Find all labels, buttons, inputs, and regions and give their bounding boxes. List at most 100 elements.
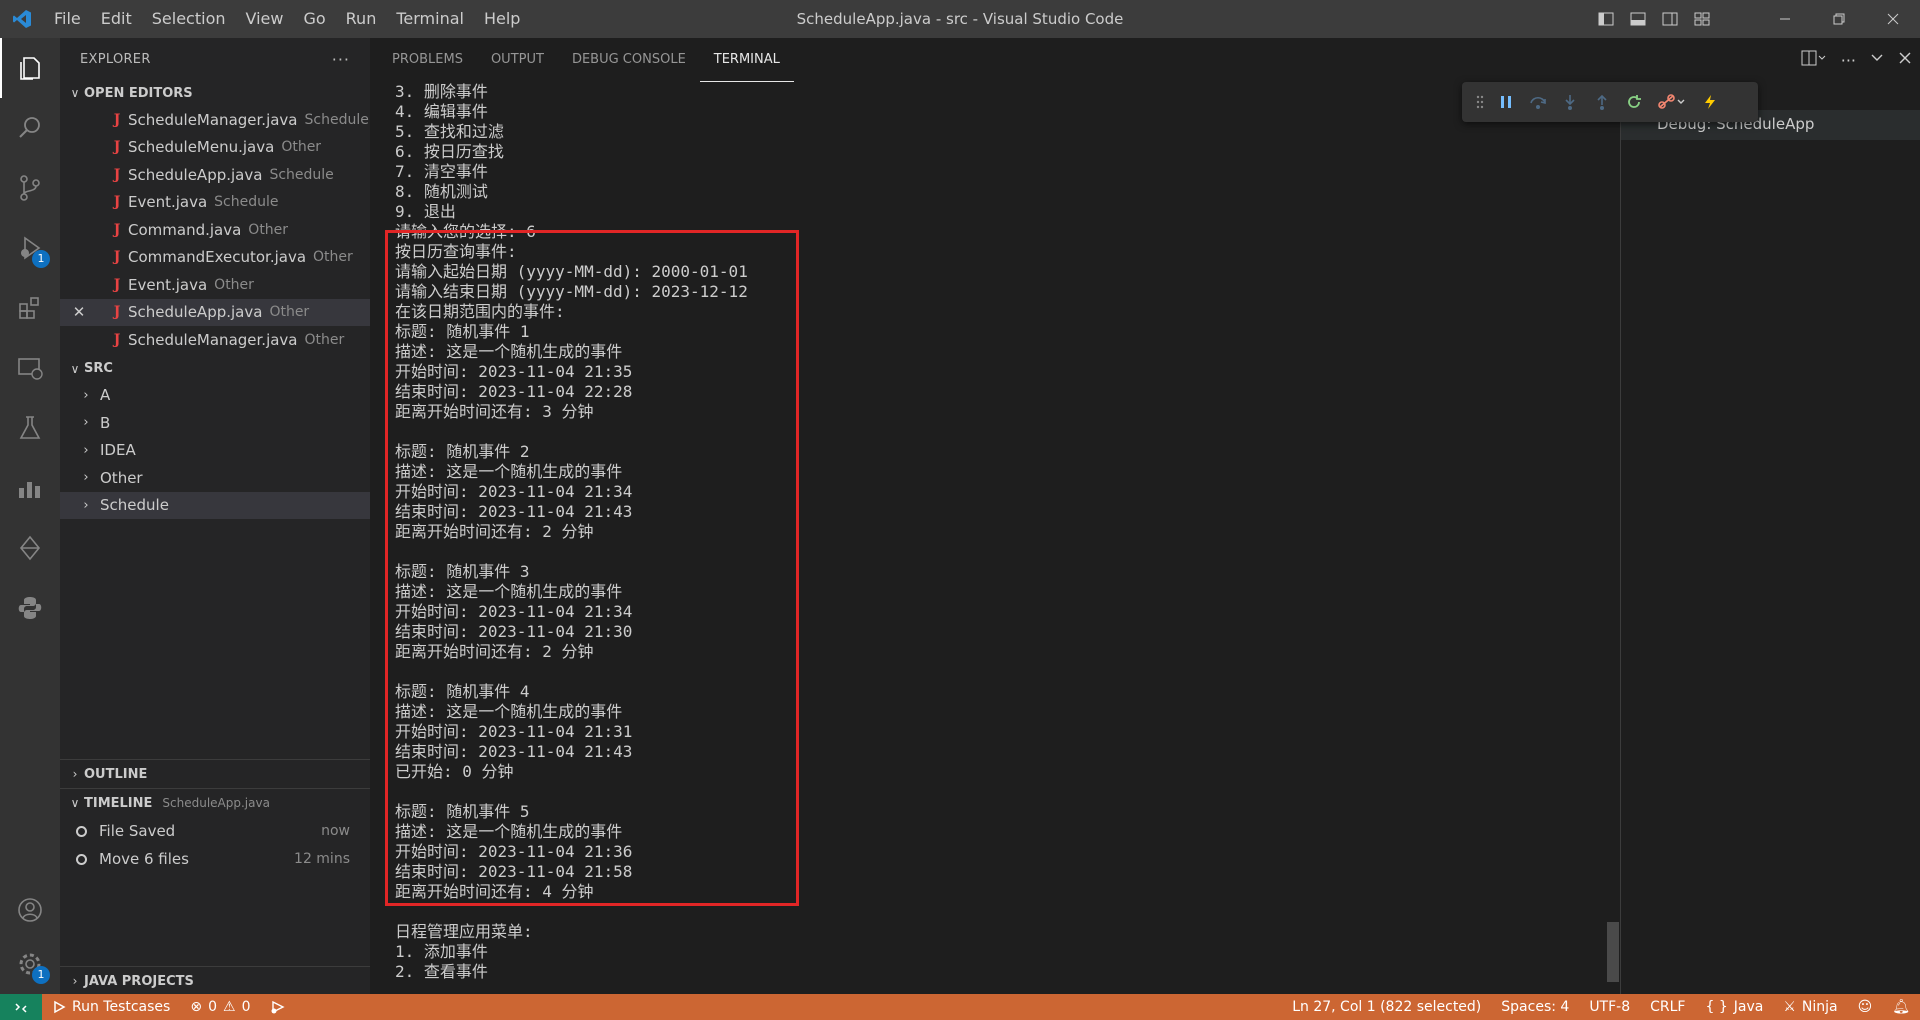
outline-header[interactable]: › OUTLINE bbox=[60, 760, 370, 788]
open-editor-item[interactable]: J CommandExecutor.java Other bbox=[60, 244, 370, 272]
run-testcases-button[interactable]: Run Testcases bbox=[42, 999, 180, 1015]
disconnect-icon[interactable] bbox=[1650, 82, 1694, 122]
remote-icon[interactable] bbox=[0, 994, 42, 1020]
toggle-panel-icon[interactable] bbox=[1622, 0, 1654, 38]
line-endings[interactable]: CRLF bbox=[1640, 999, 1695, 1015]
open-editor-item[interactable]: J ScheduleManager.java Other bbox=[60, 326, 370, 354]
toggle-sidebar-icon[interactable] bbox=[1590, 0, 1622, 38]
hot-code-replace-icon[interactable] bbox=[1694, 82, 1726, 122]
debug-launch-icon[interactable] bbox=[260, 1000, 296, 1014]
run-debug-icon[interactable]: 1 bbox=[0, 218, 60, 278]
more-actions-icon[interactable]: ··· bbox=[332, 50, 350, 69]
java-file-icon: J bbox=[113, 194, 121, 211]
problems-indicator[interactable]: ⊗ 0 ⚠ 0 bbox=[180, 999, 260, 1015]
minimize-icon[interactable] bbox=[1758, 0, 1812, 38]
encoding[interactable]: UTF-8 bbox=[1579, 999, 1640, 1015]
restore-icon[interactable] bbox=[1812, 0, 1866, 38]
python-icon[interactable] bbox=[0, 578, 60, 638]
language-mode[interactable]: { } Java bbox=[1695, 999, 1773, 1015]
search-icon[interactable] bbox=[0, 98, 60, 158]
cursor-position[interactable]: Ln 27, Col 1 (822 selected) bbox=[1282, 999, 1491, 1015]
menu-edit[interactable]: Edit bbox=[91, 0, 142, 38]
menu-selection[interactable]: Selection bbox=[142, 0, 236, 38]
timeline-item[interactable]: File Saved now bbox=[60, 817, 370, 845]
explorer-icon[interactable] bbox=[0, 38, 60, 98]
timeline-header[interactable]: ∨ TIMELINE ScheduleApp.java bbox=[60, 789, 370, 817]
indentation[interactable]: Spaces: 4 bbox=[1491, 999, 1579, 1015]
open-editor-item[interactable]: J Command.java Other bbox=[60, 216, 370, 244]
source-control-icon[interactable] bbox=[0, 158, 60, 218]
customize-layout-icon[interactable] bbox=[1686, 0, 1718, 38]
circle-icon bbox=[76, 853, 87, 865]
terminal-line: 9. 退出 bbox=[395, 202, 456, 221]
drag-handle-icon[interactable] bbox=[1470, 82, 1490, 122]
timeline-item[interactable]: Move 6 files 12 mins bbox=[60, 845, 370, 873]
open-editors-header[interactable]: ∨ OPEN EDITORS bbox=[60, 80, 370, 106]
menu-bar: File Edit Selection View Go Run Terminal… bbox=[44, 0, 530, 38]
open-editor-item[interactable]: J ScheduleMenu.java Other bbox=[60, 134, 370, 162]
terminal-line: 描述: 这是一个随机生成的事件 bbox=[395, 822, 623, 841]
close-panel-icon[interactable] bbox=[1898, 51, 1912, 69]
open-editor-item[interactable]: J ScheduleManager.java Schedule bbox=[60, 106, 370, 134]
toggle-secondary-sidebar-icon[interactable] bbox=[1654, 0, 1686, 38]
open-editors-list: J ScheduleManager.java Schedule J ScheduleM… bbox=[60, 106, 370, 354]
terminal-line: 开始时间: 2023-11-04 21:31 bbox=[395, 722, 633, 741]
terminal-line: 6. 按日历查找 bbox=[395, 142, 504, 161]
step-out-icon[interactable] bbox=[1586, 82, 1618, 122]
menu-help[interactable]: Help bbox=[474, 0, 530, 38]
notifications-icon[interactable]: 🔔︎ bbox=[1882, 999, 1920, 1015]
account-icon[interactable] bbox=[0, 880, 60, 940]
folder-item[interactable]: › Other bbox=[60, 464, 370, 492]
gear-icon[interactable]: 1 bbox=[0, 934, 60, 994]
feedback-icon[interactable]: ☺ bbox=[1848, 999, 1883, 1015]
java-file-icon: J bbox=[113, 249, 121, 266]
terminal-line: 开始时间: 2023-11-04 21:35 bbox=[395, 362, 633, 381]
folder-item[interactable]: › A bbox=[60, 382, 370, 410]
chevron-right-icon: › bbox=[72, 767, 78, 781]
menu-view[interactable]: View bbox=[236, 0, 294, 38]
folder-item[interactable]: › B bbox=[60, 409, 370, 437]
folder-name: IDEA bbox=[100, 441, 136, 460]
chevron-down-icon[interactable] bbox=[1870, 51, 1884, 69]
braces-icon: { } bbox=[1705, 999, 1728, 1015]
remote-explorer-icon[interactable] bbox=[0, 338, 60, 398]
pause-icon[interactable] bbox=[1490, 82, 1522, 122]
split-panel-icon[interactable] bbox=[1801, 50, 1827, 70]
tab-terminal[interactable]: TERMINAL bbox=[699, 38, 794, 82]
open-editor-item[interactable]: J Event.java Other bbox=[60, 271, 370, 299]
terminal-scrollbar[interactable] bbox=[1607, 922, 1619, 982]
close-editor-icon[interactable]: ✕ bbox=[70, 303, 88, 321]
timeline-title: TIMELINE bbox=[84, 795, 153, 811]
terminal-line: 已开始: 0 分钟 bbox=[395, 762, 514, 781]
folder-item[interactable]: › Schedule bbox=[60, 491, 370, 519]
menu-file[interactable]: File bbox=[44, 0, 91, 38]
chevron-right-icon: › bbox=[83, 470, 89, 486]
ninja-status[interactable]: ⚔ Ninja bbox=[1773, 999, 1847, 1015]
open-editors-title: OPEN EDITORS bbox=[84, 85, 193, 101]
file-name: Event.java bbox=[128, 275, 208, 294]
open-editor-item[interactable]: J Event.java Schedule bbox=[60, 189, 370, 217]
open-editor-item[interactable]: J ScheduleApp.java Schedule bbox=[60, 161, 370, 189]
charts-icon[interactable] bbox=[0, 458, 60, 518]
close-window-icon[interactable] bbox=[1866, 0, 1920, 38]
tab-output[interactable]: OUTPUT bbox=[477, 38, 558, 82]
step-into-icon[interactable] bbox=[1554, 82, 1586, 122]
file-folder: Other bbox=[304, 331, 345, 348]
more-actions-icon[interactable]: ··· bbox=[1841, 51, 1856, 70]
folder-item[interactable]: › IDEA bbox=[60, 437, 370, 465]
terminal-output[interactable]: 3. 删除事件 4. 编辑事件 5. 查找和过滤 6. 按日历查找 7. 清空事件 8. … bbox=[370, 82, 1618, 994]
restart-icon[interactable] bbox=[1618, 82, 1650, 122]
git-lens-icon[interactable] bbox=[0, 518, 60, 578]
extensions-icon[interactable] bbox=[0, 278, 60, 338]
src-header[interactable]: ∨ SRC bbox=[60, 356, 370, 382]
tab-debug-console[interactable]: DEBUG CONSOLE bbox=[558, 38, 700, 82]
step-over-icon[interactable] bbox=[1522, 82, 1554, 122]
menu-go[interactable]: Go bbox=[293, 0, 335, 38]
open-editor-item-active[interactable]: ✕ J ScheduleApp.java Other bbox=[60, 298, 370, 326]
java-projects-header[interactable]: › JAVA PROJECTS bbox=[60, 967, 370, 995]
tab-problems[interactable]: PROBLEMS bbox=[378, 38, 477, 82]
menu-terminal[interactable]: Terminal bbox=[386, 0, 474, 38]
menu-run[interactable]: Run bbox=[336, 0, 387, 38]
testing-icon[interactable] bbox=[0, 398, 60, 458]
